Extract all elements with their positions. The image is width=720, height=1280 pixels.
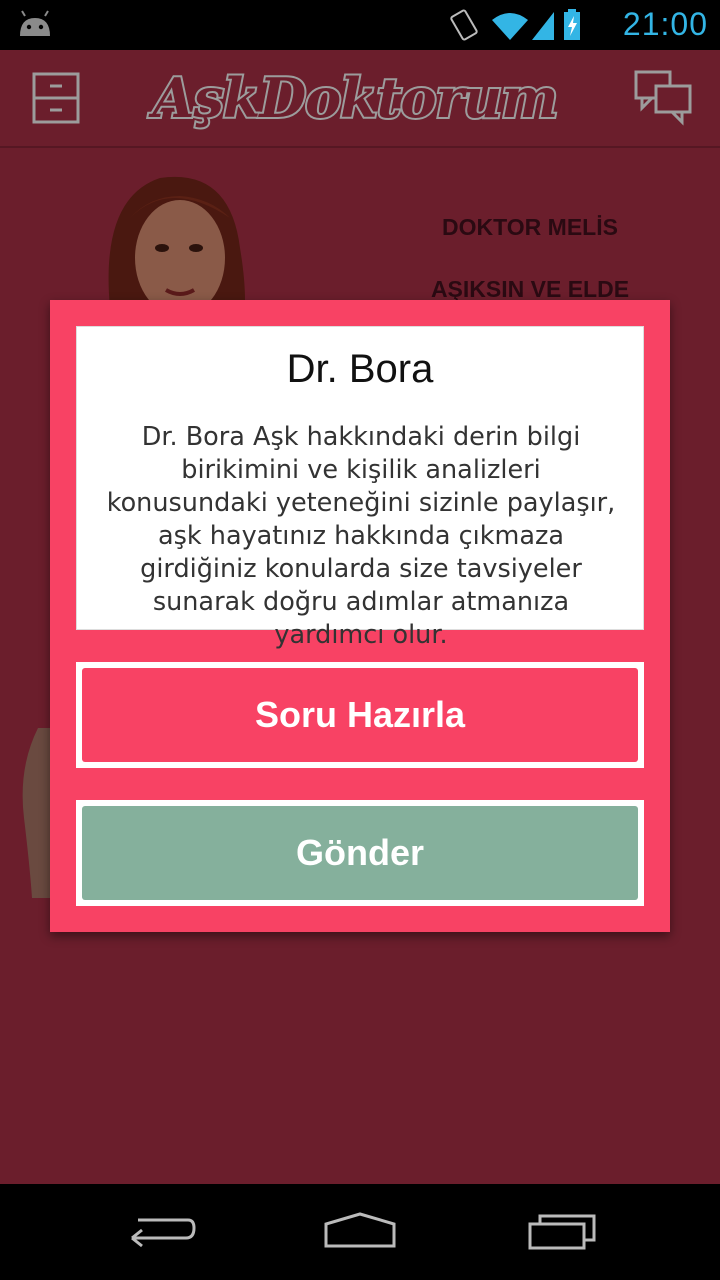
dialog-title: Dr. Bora bbox=[286, 347, 434, 391]
status-icons bbox=[450, 9, 580, 41]
home-icon[interactable] bbox=[322, 1210, 398, 1250]
doctor-dialog: Dr. Bora Dr. Bora Aşk hakkındaki derin b… bbox=[50, 300, 670, 932]
status-bar: 21:00 bbox=[0, 0, 720, 50]
prepare-question-button[interactable]: Soru Hazırla bbox=[82, 668, 638, 762]
dialog-description: Dr. Bora Aşk hakkındaki derin bilgi biri… bbox=[106, 422, 616, 650]
send-button[interactable]: Gönder bbox=[82, 806, 638, 900]
send-frame: Gönder bbox=[76, 800, 644, 906]
logo-text: AşkDoktorum bbox=[151, 64, 561, 132]
wifi-icon bbox=[492, 13, 528, 40]
prepare-question-frame: Soru Hazırla bbox=[76, 662, 644, 768]
signal-icon bbox=[532, 12, 554, 40]
navigation-bar bbox=[0, 1184, 720, 1280]
rotate-icon bbox=[450, 9, 478, 41]
clock: 21:00 bbox=[622, 6, 708, 42]
back-icon[interactable] bbox=[124, 1210, 196, 1250]
android-icon bbox=[20, 10, 50, 36]
chat-icon[interactable] bbox=[634, 68, 694, 128]
app-bar: AşkDoktorum bbox=[0, 50, 720, 148]
drawer-icon[interactable] bbox=[26, 70, 86, 126]
app-logo: AşkDoktorum bbox=[151, 58, 561, 138]
battery-charging-icon bbox=[564, 9, 580, 40]
doctor-info-card: Dr. Bora Dr. Bora Aşk hakkındaki derin b… bbox=[76, 326, 644, 650]
intro-text: AŞIKSIN VE ELDE bbox=[430, 276, 630, 302]
recents-icon[interactable] bbox=[526, 1210, 598, 1250]
doctor-name-text: DOKTOR MELİS bbox=[442, 214, 618, 240]
